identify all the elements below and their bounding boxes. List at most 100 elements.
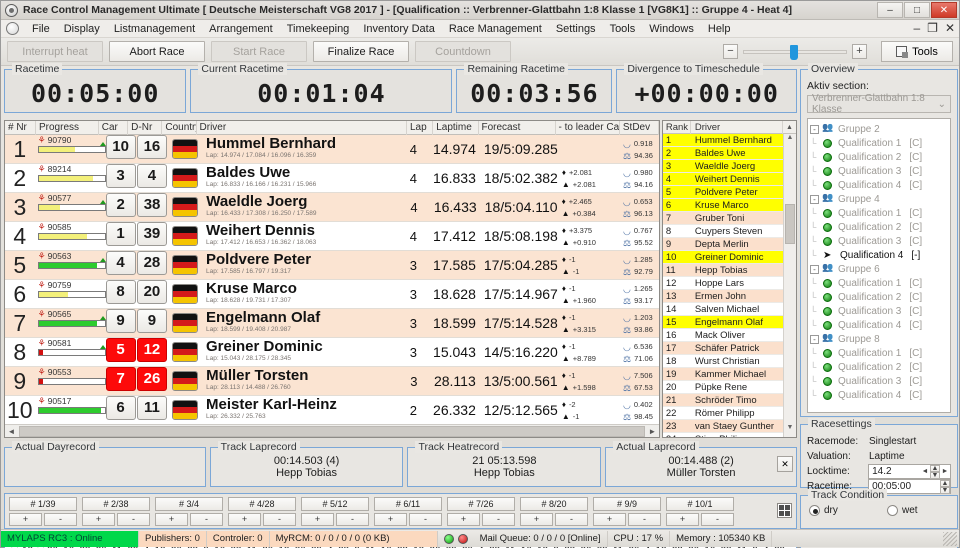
tree-leaf-node[interactable]: └ Qualification 2 [C] — [810, 290, 948, 304]
spin-down-icon[interactable]: ▼ — [930, 471, 940, 479]
list-item[interactable]: 6 Kruse Marco — [662, 199, 796, 212]
tree-leaf-node[interactable]: └ Qualification 2 [C] — [810, 220, 948, 234]
tree-leaf-node[interactable]: └ Qualification 1 [C] — [810, 206, 948, 220]
tree-leaf-node[interactable]: └ Qualification 3 [C] — [810, 304, 948, 318]
list-item[interactable]: 4 Weihert Dennis — [662, 173, 796, 186]
racetime-spin-down-icon[interactable]: ▼ — [940, 486, 950, 494]
close-button[interactable]: ✕ — [931, 2, 957, 18]
rank-scroll-thumb[interactable] — [785, 204, 795, 244]
start-race-button[interactable]: Start Race — [211, 41, 307, 62]
window-controls[interactable]: – □ ✕ — [877, 2, 957, 18]
table-row[interactable]: 7 ⚘ 90565 9 9 Engelmann Olaf Lap: 18.599 / 19.… — [5, 308, 659, 338]
lap-increment-button[interactable]: + — [520, 512, 553, 526]
lap-increment-button[interactable]: + — [666, 512, 699, 526]
tree-collapse-icon[interactable]: - — [810, 264, 819, 274]
lap-increment-button[interactable]: + — [82, 512, 115, 526]
rank-col-header[interactable]: Rank — [663, 121, 691, 134]
table-row[interactable]: 4 ⚘ 90585 1 39 Weihert Dennis Lap: 17.412 / 16… — [5, 221, 659, 251]
close-icon[interactable]: ✕ — [777, 456, 793, 472]
scroll-right-icon[interactable]: ► — [646, 427, 659, 436]
rank-scroll-down-icon[interactable]: ▼ — [784, 424, 796, 437]
mdi-restore-icon[interactable]: ❐ — [927, 21, 938, 35]
menu-item-timekeeping[interactable]: Timekeeping — [280, 21, 357, 37]
list-item[interactable]: 9 Depta Merlin — [662, 238, 796, 251]
racetime-spinner[interactable]: ▲ ▼ — [940, 479, 950, 494]
table-row[interactable]: 5 ⚘ 90563 4 28 Poldvere Peter Lap: 17.585 / 16… — [5, 250, 659, 280]
col-header-lap[interactable]: Lap — [407, 121, 434, 135]
lap-group-caption[interactable]: # 1/39 — [9, 496, 77, 511]
menu-item-file[interactable]: File — [25, 21, 57, 37]
track-condition-wet[interactable]: wet — [887, 505, 918, 516]
lap-increment-button[interactable]: + — [301, 512, 334, 526]
menu-item-arrangement[interactable]: Arrangement — [202, 21, 280, 37]
list-item[interactable]: 5 Poldvere Peter — [662, 186, 796, 199]
lap-decrement-button[interactable]: - — [701, 512, 734, 526]
col-header-driver[interactable]: Driver — [197, 121, 407, 135]
minimize-button[interactable]: – — [877, 2, 903, 18]
lap-group-caption[interactable]: # 6/11 — [374, 496, 442, 511]
menu-item-help[interactable]: Help — [701, 21, 738, 37]
table-row[interactable]: 2 ⚘ 89214 3 4 Baldes Uwe Lap: 16.833 / 16.166 … — [5, 163, 659, 193]
tree-collapse-icon[interactable]: - — [810, 124, 819, 134]
locktime-spinner[interactable]: ◄ ▲ ▼ ► — [920, 464, 950, 479]
zoom-in-button[interactable]: + — [852, 44, 867, 59]
list-item[interactable]: 13 Ermen John — [662, 290, 796, 303]
table-row[interactable]: 6 ⚘ 90759 8 20 Kruse Marco Lap: 18.628 / 19.73… — [5, 279, 659, 309]
col-header-laptime[interactable]: Laptime — [433, 121, 479, 135]
sort-ascending-icon[interactable]: ▲ — [783, 124, 796, 131]
tree-leaf-node[interactable]: └ Qualification 2 [C] — [810, 150, 948, 164]
lap-increment-button[interactable]: + — [228, 512, 261, 526]
lap-decrement-button[interactable]: - — [482, 512, 515, 526]
menu-item-tools[interactable]: Tools — [603, 21, 643, 37]
mdi-close-icon[interactable]: ✕ — [945, 21, 955, 35]
lap-decrement-button[interactable]: - — [555, 512, 588, 526]
menu-item-inventory-data[interactable]: Inventory Data — [356, 21, 442, 37]
maximize-button[interactable]: □ — [904, 2, 930, 18]
lap-increment-button[interactable]: + — [374, 512, 407, 526]
list-item[interactable]: 21 Schröder Timo — [662, 394, 796, 407]
tree-leaf-node[interactable]: └ Qualification 3 [C] — [810, 374, 948, 388]
slider-track[interactable] — [743, 44, 847, 60]
tree-leaf-node[interactable]: └ Qualification 2 [C] — [810, 360, 948, 374]
lap-decrement-button[interactable]: - — [263, 512, 296, 526]
lap-group-caption[interactable]: # 10/1 — [666, 496, 734, 511]
racetime-spin-up-icon[interactable]: ▲ — [940, 479, 950, 487]
grid-horizontal-scrollbar[interactable]: ◄ ► — [5, 424, 659, 437]
locktime-updown[interactable]: ▲ ▼ — [930, 464, 940, 479]
list-item[interactable]: 11 Hepp Tobias — [662, 264, 796, 277]
list-item[interactable]: 8 Cuypers Steven — [662, 225, 796, 238]
list-item[interactable]: 3 Waeldle Joerg — [662, 160, 796, 173]
tree-group-node[interactable]: - Gruppe 2 — [810, 122, 948, 136]
tree-leaf-node[interactable]: └ Qualification 4 [C] — [810, 178, 948, 192]
tools-button[interactable]: Tools — [881, 41, 953, 62]
countdown-button[interactable]: Countdown — [415, 41, 511, 62]
lap-decrement-button[interactable]: - — [409, 512, 442, 526]
zoom-out-button[interactable]: − — [723, 44, 738, 59]
zoom-slider[interactable]: − + — [723, 44, 867, 60]
scroll-left-icon[interactable]: ◄ — [5, 427, 18, 436]
lap-group-caption[interactable]: # 2/38 — [82, 496, 150, 511]
tree-leaf-node[interactable]: └ Qualification 4 [C] — [810, 318, 948, 332]
lap-decrement-button[interactable]: - — [117, 512, 150, 526]
locktime-input[interactable]: 14.2 ◄ ▲ ▼ ► — [868, 464, 951, 479]
lap-decrement-button[interactable]: - — [336, 512, 369, 526]
tree-collapse-icon[interactable]: - — [810, 194, 819, 204]
list-item[interactable]: 22 Römer Philipp — [662, 407, 796, 420]
lap-decrement-button[interactable]: - — [628, 512, 661, 526]
system-menu-icon[interactable] — [6, 22, 19, 35]
spin-left-icon[interactable]: ◄ — [920, 468, 930, 475]
mdi-minimize-icon[interactable]: – — [913, 21, 920, 35]
list-item[interactable]: 15 Engelmann Olaf — [662, 316, 796, 329]
menu-item-listmanagement[interactable]: Listmanagement — [107, 21, 202, 37]
grid-view-icon[interactable] — [777, 503, 792, 518]
mdi-window-controls[interactable]: – ❐ ✕ — [913, 21, 955, 35]
lap-group-caption[interactable]: # 4/28 — [228, 496, 296, 511]
lap-decrement-button[interactable]: - — [44, 512, 77, 526]
list-item[interactable]: 23 van Staey Gunther — [662, 420, 796, 433]
menu-item-race-management[interactable]: Race Management — [442, 21, 549, 37]
finalize-race-button[interactable]: Finalize Race — [313, 41, 409, 62]
track-condition-dry[interactable]: dry — [809, 505, 887, 516]
scroll-thumb[interactable] — [19, 425, 645, 437]
list-item[interactable]: 19 Kammer Michael — [662, 368, 796, 381]
lap-group-caption[interactable]: # 3/4 — [155, 496, 223, 511]
